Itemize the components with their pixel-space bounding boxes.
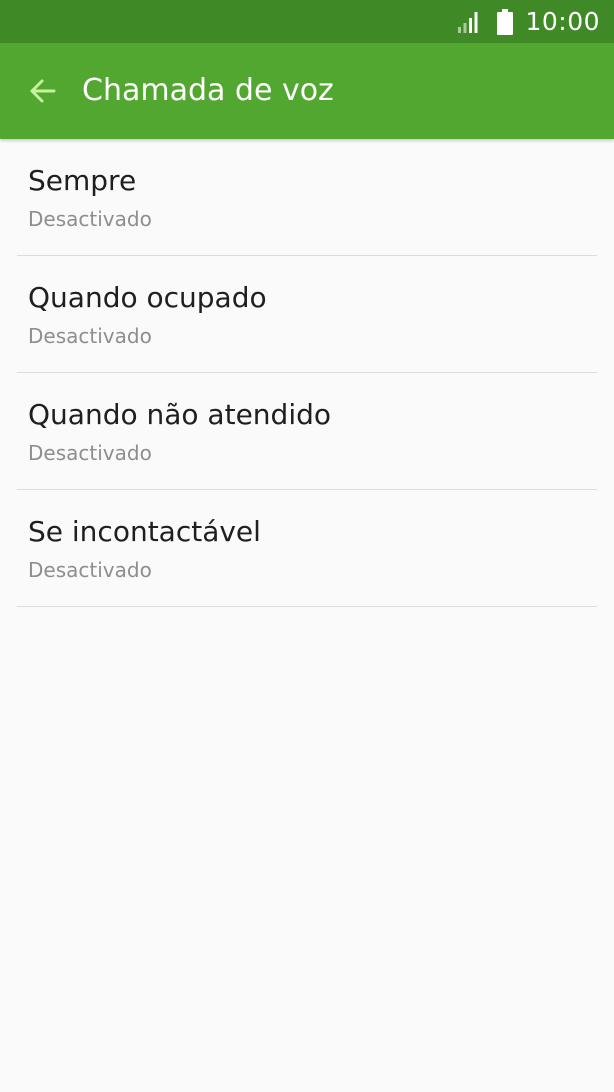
back-button[interactable] <box>20 69 64 113</box>
list-item-title: Quando ocupado <box>28 281 267 314</box>
page-title: Chamada de voz <box>82 73 334 108</box>
list-item-quando-nao-atendido[interactable]: Quando não atendido Desactivado <box>0 373 614 490</box>
list-item-quando-ocupado[interactable]: Quando ocupado Desactivado <box>0 256 614 373</box>
divider <box>17 606 597 607</box>
battery-icon <box>497 8 514 35</box>
list-item-subtitle: Desactivado <box>28 558 152 582</box>
app-bar: Chamada de voz <box>0 43 614 139</box>
list-item-sempre[interactable]: Sempre Desactivado <box>0 139 614 256</box>
status-bar: 10:00 <box>0 0 614 43</box>
list-item-title: Quando não atendido <box>28 398 331 431</box>
list-item-se-incontactavel[interactable]: Se incontactável Desactivado <box>0 490 614 607</box>
status-icons: 10:00 <box>457 0 600 43</box>
arrow-back-icon <box>30 79 56 103</box>
list-item-subtitle: Desactivado <box>28 441 152 465</box>
list-item-title: Se incontactável <box>28 515 261 548</box>
clock: 10:00 <box>525 7 600 36</box>
list-item-subtitle: Desactivado <box>28 324 152 348</box>
settings-list: Sempre Desactivado Quando ocupado Desact… <box>0 139 614 607</box>
list-item-subtitle: Desactivado <box>28 207 152 231</box>
signal-icon <box>458 11 478 33</box>
list-item-title: Sempre <box>28 164 137 197</box>
